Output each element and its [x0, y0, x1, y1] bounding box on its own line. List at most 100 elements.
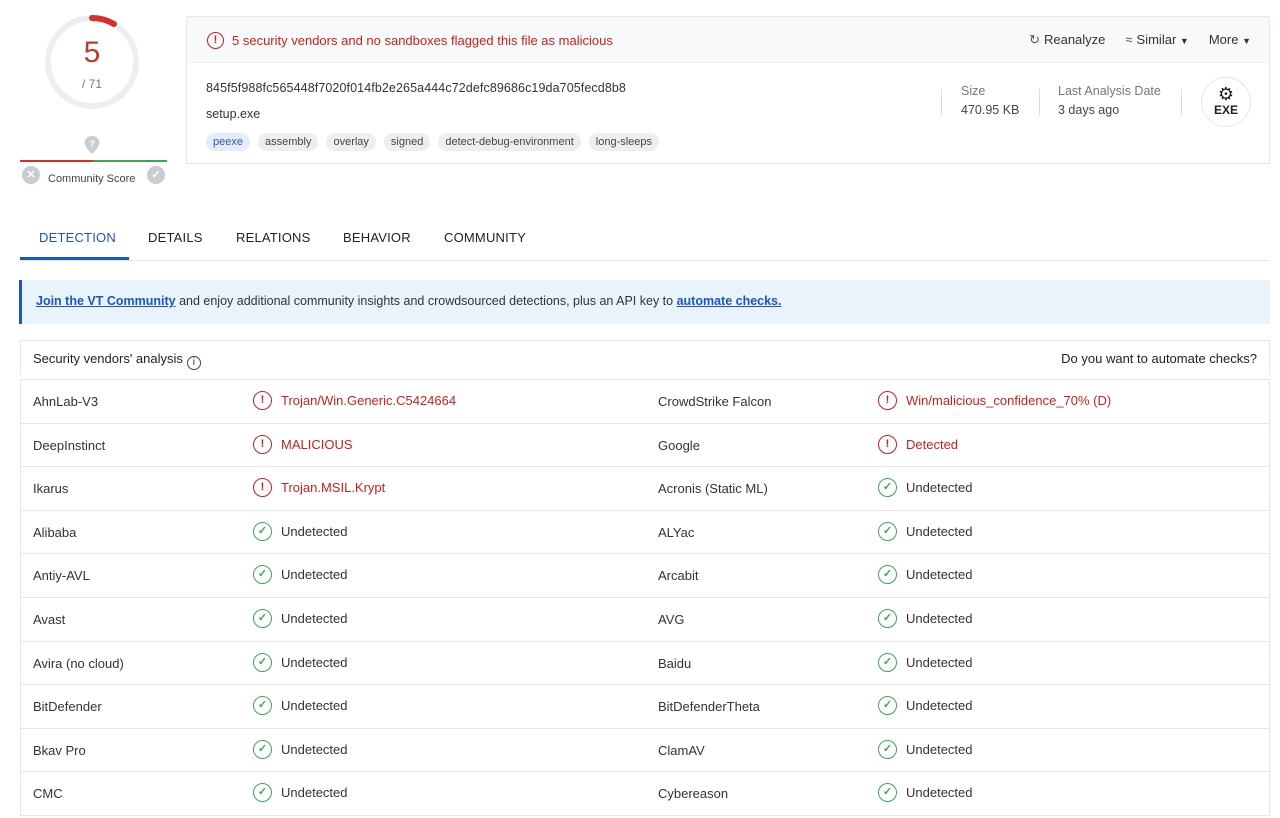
automate-checks-link[interactable]: automate checks.	[677, 294, 782, 308]
file-name: setup.exe	[206, 107, 261, 121]
vendor-name: ClamAV	[658, 742, 705, 758]
vendor-result: ✓ Undetected	[253, 652, 348, 672]
check-icon: ✓	[878, 478, 897, 498]
vendor-result-text: Undetected	[281, 654, 348, 670]
vendor-result-text: Undetected	[906, 654, 973, 670]
vendor-result: ✓ Undetected	[878, 478, 973, 498]
tab-relations[interactable]: RELATIONS	[236, 230, 311, 245]
vendor-result: ! MALICIOUS	[253, 434, 353, 454]
vendor-result-text: Undetected	[281, 610, 348, 626]
check-icon: ✓	[253, 608, 272, 628]
community-banner: Join the VT Community and enjoy addition…	[19, 280, 1270, 324]
vendor-result-text: MALICIOUS	[281, 436, 353, 452]
file-tag[interactable]: long-sleeps	[588, 133, 660, 151]
file-tag[interactable]: detect-debug-environment	[438, 133, 581, 151]
file-hash[interactable]: 845f5f988fc565448f7020f014fb2e265a444c72…	[206, 81, 626, 95]
alert-text: 5 security vendors and no sandboxes flag…	[232, 33, 613, 48]
alert-icon: !	[253, 434, 272, 454]
vendor-result: ! Detected	[878, 434, 958, 454]
vendor-result: ✓ Undetected	[878, 739, 973, 759]
check-icon: ✓	[878, 739, 897, 759]
check-icon: ✓	[253, 739, 272, 759]
vendor-result-text: Undetected	[281, 523, 348, 539]
vendor-result: ✓ Undetected	[878, 783, 973, 803]
automate-checks-prompt[interactable]: Do you want to automate checks?	[1061, 351, 1257, 366]
tab-details[interactable]: DETAILS	[148, 230, 203, 245]
table-row: DeepInstinct! MALICIOUS Google ! Detected	[21, 424, 1269, 468]
vendor-result-text: Undetected	[281, 785, 348, 801]
file-tag[interactable]: overlay	[326, 133, 376, 151]
vendor-result: ✓ Undetected	[878, 521, 973, 541]
file-tag[interactable]: peexe	[206, 133, 250, 151]
vendors-title-text: Security vendors' analysis	[33, 351, 183, 366]
vendor-result: ✓ Undetected	[253, 783, 348, 803]
last-analysis-label: Last Analysis Date	[1058, 84, 1161, 98]
vendor-result: ! Trojan.MSIL.Krypt	[253, 478, 386, 498]
file-tags: peexe assembly overlay signed detect-debug-e…	[206, 133, 660, 151]
file-type-label: EXE	[1213, 103, 1238, 117]
table-row: Antiy-AVL ✓ Undetected Arcabit ✓ Undetected	[21, 554, 1269, 598]
vendor-result-text: Trojan.MSIL.Krypt	[281, 480, 386, 496]
more-button[interactable]: More ▼	[1209, 32, 1251, 48]
active-tab-indicator	[20, 257, 129, 260]
vendors-title: Security vendors' analysis i	[33, 351, 201, 370]
vendor-result-text: Undetected	[906, 610, 973, 626]
size-value: 470.95 KB	[961, 103, 1020, 117]
similar-icon: ≈	[1125, 32, 1133, 47]
community-score-label: Community Score	[48, 173, 136, 185]
vendor-name: Ikarus	[33, 481, 69, 497]
community-score-bar	[20, 160, 167, 162]
vendor-result-text: Undetected	[906, 741, 973, 757]
table-row: BitDefender ✓ Undetected BitDefenderTheta ✓ U…	[21, 685, 1269, 729]
vendor-result: ✓ Undetected	[878, 608, 973, 628]
vendor-result-text: Trojan/Win.Generic.C5424664	[281, 393, 457, 408]
vendor-result-text: Undetected	[906, 523, 973, 539]
upvote-icon[interactable]: ✓	[147, 166, 165, 184]
vendor-name: Bkav Pro	[33, 742, 86, 758]
vendor-name: Avira (no cloud)	[33, 655, 124, 671]
vendor-name: Google	[658, 437, 700, 453]
vendor-result-text: Undetected	[281, 698, 348, 714]
vendor-name: Alibaba	[33, 524, 77, 540]
score-total: / 71	[81, 77, 102, 91]
table-row: Avira (no cloud) ✓ Undetected Baidu ✓ Undetec…	[21, 642, 1269, 686]
vendor-result-text: Undetected	[281, 741, 348, 757]
check-icon: ✓	[878, 565, 897, 585]
vendor-name: Avast	[33, 611, 66, 627]
similar-button[interactable]: ≈ Similar ▼	[1125, 32, 1188, 48]
last-analysis-value: 3 days ago	[1058, 103, 1120, 117]
divider	[1181, 89, 1182, 115]
vendor-name: DeepInstinct	[33, 437, 106, 453]
tab-detection[interactable]: DETECTION	[39, 230, 116, 245]
last-analysis: Last Analysis Date 3 days ago	[1058, 84, 1161, 117]
tab-behavior[interactable]: BEHAVIOR	[343, 230, 411, 245]
reanalyze-button[interactable]: ↻ Reanalyze	[1029, 32, 1105, 48]
check-icon: ✓	[253, 696, 272, 716]
table-row: Ikarus ! Trojan.MSIL.Krypt Acronis (Static …	[21, 467, 1269, 511]
info-icon[interactable]: i	[186, 356, 201, 370]
table-row: CMC ✓ Undetected Cybereason ✓ Undetected	[21, 772, 1269, 816]
check-icon: ✓	[878, 608, 897, 628]
alert-icon: !	[253, 391, 272, 410]
detection-score-ring: 5 / 71	[44, 14, 140, 110]
check-icon: ✓	[878, 521, 897, 541]
vendor-result: ! Win/malicious_confidence_70% (D)	[878, 391, 1111, 410]
more-label: More	[1208, 32, 1239, 47]
vendor-result: ✓ Undetected	[253, 739, 348, 759]
vendor-name: Acronis (Static ML)	[658, 481, 768, 497]
alert-icon: !	[207, 32, 224, 49]
check-icon: ✓	[253, 783, 272, 803]
vendor-result: ! Trojan/Win.Generic.C5424664	[253, 391, 456, 410]
refresh-icon: ↻	[1029, 32, 1040, 47]
vendor-result: ✓ Undetected	[253, 565, 348, 585]
file-tag[interactable]: signed	[383, 133, 431, 151]
file-type-icon: ⚙	[1217, 84, 1235, 104]
vendor-result-text: Undetected	[906, 698, 973, 714]
file-tag[interactable]: assembly	[257, 133, 319, 151]
vendor-result: ✓ Undetected	[253, 608, 348, 628]
downvote-icon[interactable]: ✕	[22, 166, 40, 184]
join-community-link[interactable]: Join the VT Community	[36, 294, 176, 308]
tab-community[interactable]: COMMUNITY	[444, 230, 526, 245]
file-actions: ↻ Reanalyze ≈ Similar ▼ More ▼	[1029, 32, 1251, 48]
vendor-result-text: Undetected	[906, 567, 973, 583]
